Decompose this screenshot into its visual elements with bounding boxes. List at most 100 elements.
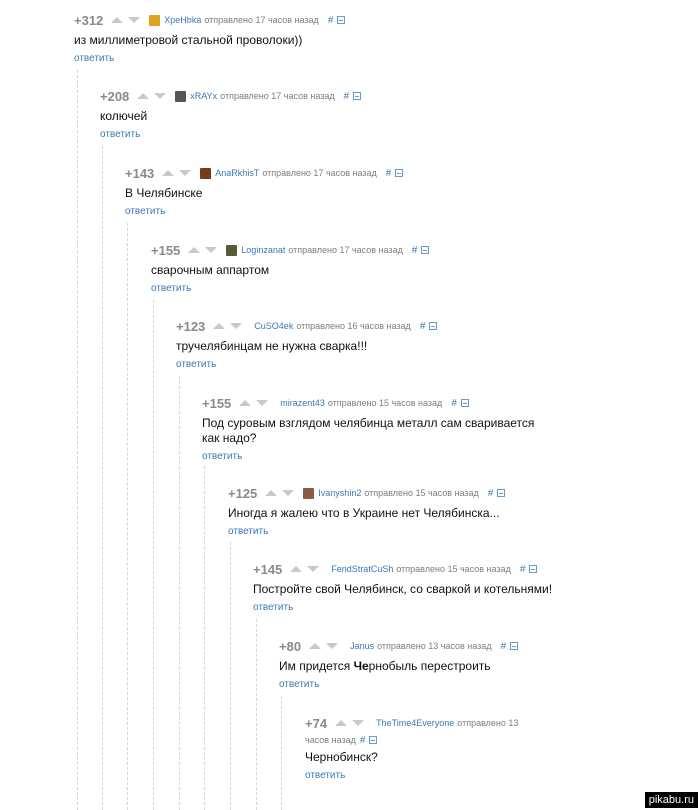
upvote-icon[interactable]: [162, 170, 175, 176]
downvote-icon[interactable]: [256, 400, 269, 406]
comment: +125 Ivanyshin2 отправлено 15 часов наза…: [228, 483, 678, 539]
comment-rating: +145: [253, 561, 283, 577]
reply-link[interactable]: ответить: [151, 282, 191, 295]
comment-text: В Челябинске: [125, 186, 203, 200]
comment-header: +312 ХреНbka отправлено 17 часов назад #: [74, 10, 674, 30]
collapse-icon[interactable]: [510, 642, 519, 650]
comment: +312 ХреНbka отправлено 17 часов назад #…: [74, 10, 674, 66]
comment: +155 Loginzanat отправлено 17 часов наза…: [151, 240, 671, 296]
collapse-icon[interactable]: [429, 322, 438, 330]
collapse-icon[interactable]: [353, 92, 362, 100]
comment-timestamp: отправлено 17 часов назад: [220, 91, 335, 101]
comment-header: +123 CuSO4ek отправлено 16 часов назад #: [176, 316, 676, 336]
collapse-icon[interactable]: [337, 16, 346, 24]
comment-text: Чернобинск?: [305, 750, 378, 764]
reply-link[interactable]: ответить: [279, 678, 319, 691]
comment-link-icon[interactable]: #: [412, 245, 418, 256]
comment-author[interactable]: FendStratCuSh: [331, 564, 393, 574]
downvote-icon[interactable]: [307, 566, 320, 572]
comment-text: Под суровым взглядом челябинца металл са…: [202, 416, 535, 445]
comment-timestamp: отправлено 13 часов назад: [377, 641, 492, 651]
collapse-icon[interactable]: [497, 489, 506, 497]
comment-text-bold: Че: [353, 659, 369, 673]
downvote-icon[interactable]: [230, 323, 243, 329]
downvote-icon[interactable]: [352, 720, 365, 726]
upvote-icon[interactable]: [188, 247, 201, 253]
watermark: pikabu.ru: [644, 792, 698, 808]
downvote-icon[interactable]: [154, 93, 167, 99]
comment-timestamp: отправлено 17 часов назад: [204, 15, 319, 25]
avatar[interactable]: [226, 244, 238, 256]
reply-link[interactable]: ответить: [74, 52, 114, 65]
comment-rating: +80: [279, 638, 302, 654]
reply-link[interactable]: ответить: [202, 450, 242, 463]
collapse-icon[interactable]: [460, 399, 469, 407]
comment-header: +155 Loginzanat отправлено 17 часов наза…: [151, 240, 671, 260]
upvote-icon[interactable]: [265, 490, 278, 496]
comment-author[interactable]: ХреНbka: [164, 15, 201, 25]
comment-author[interactable]: Janus: [350, 641, 374, 651]
comment-author[interactable]: AnaRkhisT: [215, 168, 259, 178]
comment-timestamp-cont: часов назад: [305, 735, 356, 745]
thread-line: [127, 223, 128, 810]
upvote-icon[interactable]: [137, 93, 150, 99]
comment-timestamp: отправлено 15 часов назад: [364, 488, 479, 498]
thread-line: [179, 376, 180, 810]
upvote-icon[interactable]: [213, 323, 226, 329]
reply-link[interactable]: ответить: [253, 601, 293, 614]
reply-link[interactable]: ответить: [176, 358, 216, 371]
upvote-icon[interactable]: [335, 720, 348, 726]
comment-header: +208 xRAYx отправлено 17 часов назад #: [100, 86, 660, 106]
comment-header-wrap: часов назад #: [305, 733, 545, 747]
comment-header: +125 Ivanyshin2 отправлено 15 часов наза…: [228, 483, 678, 503]
comment-thread: +312 ХреНbka отправлено 17 часов назад #…: [0, 0, 700, 810]
comment-text: Им придется Чернобыль перестроить: [279, 659, 679, 674]
comment-link-icon[interactable]: #: [420, 321, 426, 332]
comment-link-icon[interactable]: #: [451, 398, 457, 409]
downvote-icon[interactable]: [326, 643, 339, 649]
comment-link-icon[interactable]: #: [328, 15, 334, 26]
comment-link-icon[interactable]: #: [344, 91, 350, 102]
upvote-icon[interactable]: [111, 17, 124, 23]
comment: +208 xRAYx отправлено 17 часов назад # к…: [100, 86, 660, 142]
avatar[interactable]: [303, 487, 315, 499]
collapse-icon[interactable]: [421, 246, 430, 254]
upvote-icon[interactable]: [309, 643, 322, 649]
reply-link[interactable]: ответить: [100, 128, 140, 141]
collapse-icon[interactable]: [395, 169, 404, 177]
downvote-icon[interactable]: [205, 247, 218, 253]
avatar[interactable]: [200, 167, 212, 179]
comment-author[interactable]: TheTime4Everyone: [376, 718, 454, 728]
thread-line: [256, 619, 257, 810]
reply-link[interactable]: ответить: [125, 205, 165, 218]
thread-line: [230, 542, 231, 810]
comment-author[interactable]: mirazent43: [280, 398, 325, 408]
comment-timestamp: отправлено 17 часов назад: [262, 168, 377, 178]
avatar[interactable]: [175, 90, 187, 102]
collapse-icon[interactable]: [369, 736, 378, 744]
comment-author[interactable]: xRAYx: [190, 91, 217, 101]
comment: +155 mirazent43 отправлено 15 часов наза…: [202, 393, 547, 464]
collapse-icon[interactable]: [529, 565, 538, 573]
comment-author[interactable]: Loginzanat: [241, 245, 285, 255]
comment-link-icon[interactable]: #: [501, 641, 507, 652]
comment-author[interactable]: CuSO4ek: [254, 321, 293, 331]
downvote-icon[interactable]: [179, 170, 192, 176]
comment-link-icon[interactable]: #: [488, 488, 494, 499]
comment-text: из миллиметровой стальной проволоки)): [74, 33, 303, 47]
downvote-icon[interactable]: [128, 17, 141, 23]
comment-rating: +208: [100, 88, 130, 104]
upvote-icon[interactable]: [239, 400, 252, 406]
comment-rating: +155: [151, 242, 181, 258]
comment-link-icon[interactable]: #: [360, 735, 366, 746]
comment-author[interactable]: Ivanyshin2: [318, 488, 361, 498]
upvote-icon[interactable]: [290, 566, 303, 572]
downvote-icon[interactable]: [282, 490, 295, 496]
reply-link[interactable]: ответить: [305, 769, 345, 782]
comment-link-icon[interactable]: #: [386, 168, 392, 179]
comment-link-icon[interactable]: #: [520, 564, 526, 575]
comment-rating: +74: [305, 715, 328, 731]
comment-text: Иногда я жалею что в Украине нет Челябин…: [228, 506, 500, 520]
avatar[interactable]: [149, 14, 161, 26]
reply-link[interactable]: ответить: [228, 525, 268, 538]
